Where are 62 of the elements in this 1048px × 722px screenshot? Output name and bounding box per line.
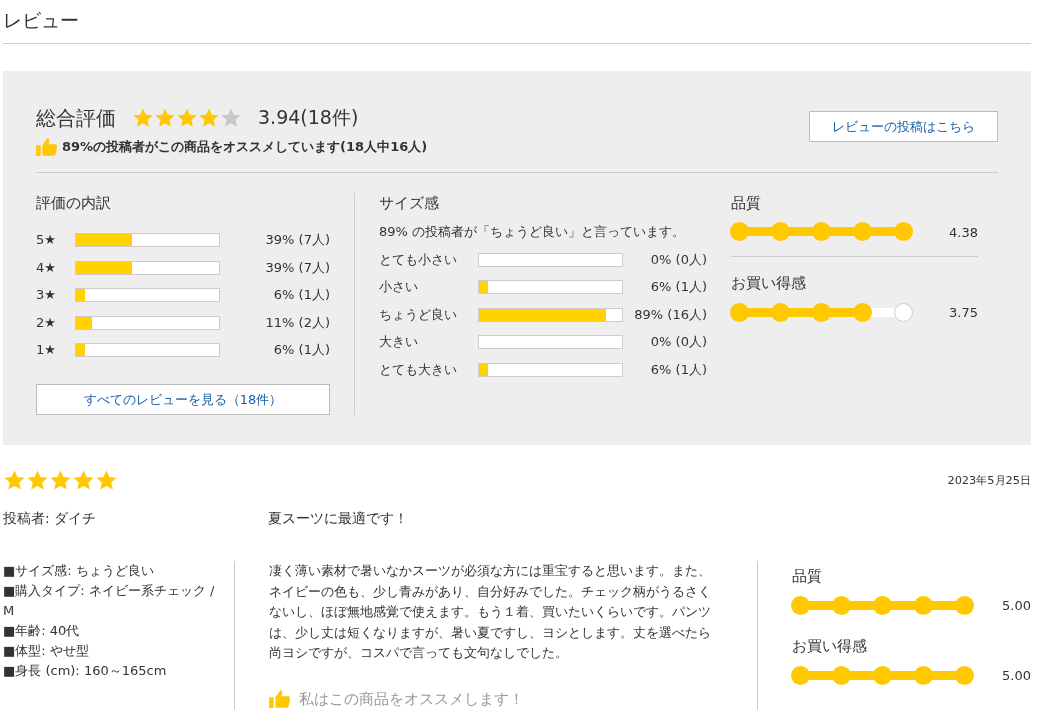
bar-percentage: 0% (0人)	[650, 333, 707, 352]
bar-percentage: 6% (1人)	[650, 360, 707, 379]
bar-percentage: 39% (7人)	[265, 258, 330, 277]
bar-percentage: 6% (1人)	[273, 341, 330, 360]
reviewer-name: 投稿者: ダイチ	[3, 509, 98, 529]
meter-label: 品質	[731, 193, 762, 213]
bar-percentage: 89% (16人)	[634, 305, 707, 324]
section-heading: レビュー	[3, 0, 1031, 44]
star-icon	[132, 106, 154, 129]
overall-rating-title: 総合評価	[36, 104, 116, 132]
meter-dot	[790, 596, 810, 615]
bar-label: 4★	[36, 258, 57, 277]
star-icon	[198, 106, 220, 129]
star-icon	[154, 106, 176, 129]
post-review-button[interactable]: レビューの投稿はこちら	[809, 110, 998, 142]
reviewer-attribute: ■年齢: 40代	[3, 622, 81, 641]
meter-value: 5.00	[1002, 667, 1031, 685]
reviewer-attribute: ■購入タイプ: ネイビー系チェック / M	[3, 582, 216, 621]
review-date: 2023年5月25日	[947, 472, 1031, 490]
bar-label: とても大きい	[379, 360, 458, 379]
thumbs-up-icon	[36, 136, 58, 157]
meter-dot	[729, 303, 749, 322]
reviewer-attribute: ■サイズ感: ちょうど良い	[3, 562, 155, 581]
bar-label: とても小さい	[379, 250, 458, 269]
bar-label: 5★	[36, 231, 57, 250]
star-icon	[220, 106, 242, 129]
bar-label: 1★	[36, 341, 57, 360]
meter-label: 品質	[792, 567, 823, 587]
average-score: 3.94(18件)	[258, 105, 359, 131]
size-title: サイズ感	[379, 193, 440, 213]
meter-label: お買い得感	[792, 637, 868, 656]
bar-label: 大きい	[379, 333, 419, 352]
bar-percentage: 11% (2人)	[265, 313, 330, 332]
breakdown-title: 評価の内訳	[36, 193, 112, 213]
all-reviews-button[interactable]: すべてのレビューを見る（18件）	[36, 383, 330, 416]
size-summary: 89% の投稿者が「ちょうど良い」と言っています。	[379, 223, 687, 242]
meter-dot	[790, 665, 810, 685]
meter-value: 3.75	[949, 304, 978, 323]
meter-value: 4.38	[949, 223, 978, 242]
bar-label: 3★	[36, 286, 57, 305]
reviewer-attribute: ■体型: やせ型	[3, 642, 90, 661]
meter-dot	[729, 222, 749, 242]
bar-percentage: 6% (1人)	[650, 278, 707, 297]
bar-percentage: 39% (7人)	[265, 231, 330, 250]
meter-label: お買い得感	[731, 274, 807, 294]
thumbs-up-icon	[269, 689, 291, 709]
bar-label: ちょうど良い	[379, 305, 458, 324]
bar-percentage: 0% (0人)	[650, 250, 707, 269]
bar-label: 2★	[36, 313, 57, 332]
bar-percentage: 6% (1人)	[273, 286, 330, 305]
meter-dot	[954, 665, 974, 685]
meter-value: 5.00	[1002, 597, 1031, 616]
meter-dot	[893, 222, 913, 242]
review-title: 夏スーツに最適です！	[268, 509, 408, 529]
bar-label: 小さい	[379, 278, 419, 297]
recommend-statement: 私はこの商品をオススメします！	[299, 688, 524, 710]
star-icon	[176, 106, 198, 129]
meter-dot	[852, 303, 872, 322]
reviewer-attribute: ■身長 (cm): 160～165cm	[3, 662, 168, 681]
review-body: 凄く薄い素材で暑いなかスーツが必須な方には重宝すると思います。また、ネイビーの色も、少し青みがあり、自分好みでした。チェック柄がうるさくないし、ほぼ無地感覚で使えます。もう１着、買いたいくらいです。パンツは、少し丈は短くなりますが、暑い夏ですし、ヨシとします。丈を選べたら尚ヨシですが、コスパで言っても文句なしでした。	[269, 562, 712, 663]
meter-dot	[954, 596, 974, 615]
recommend-summary: 89%の投稿者がこの商品をオススメしています(18人中16人)	[62, 137, 428, 156]
